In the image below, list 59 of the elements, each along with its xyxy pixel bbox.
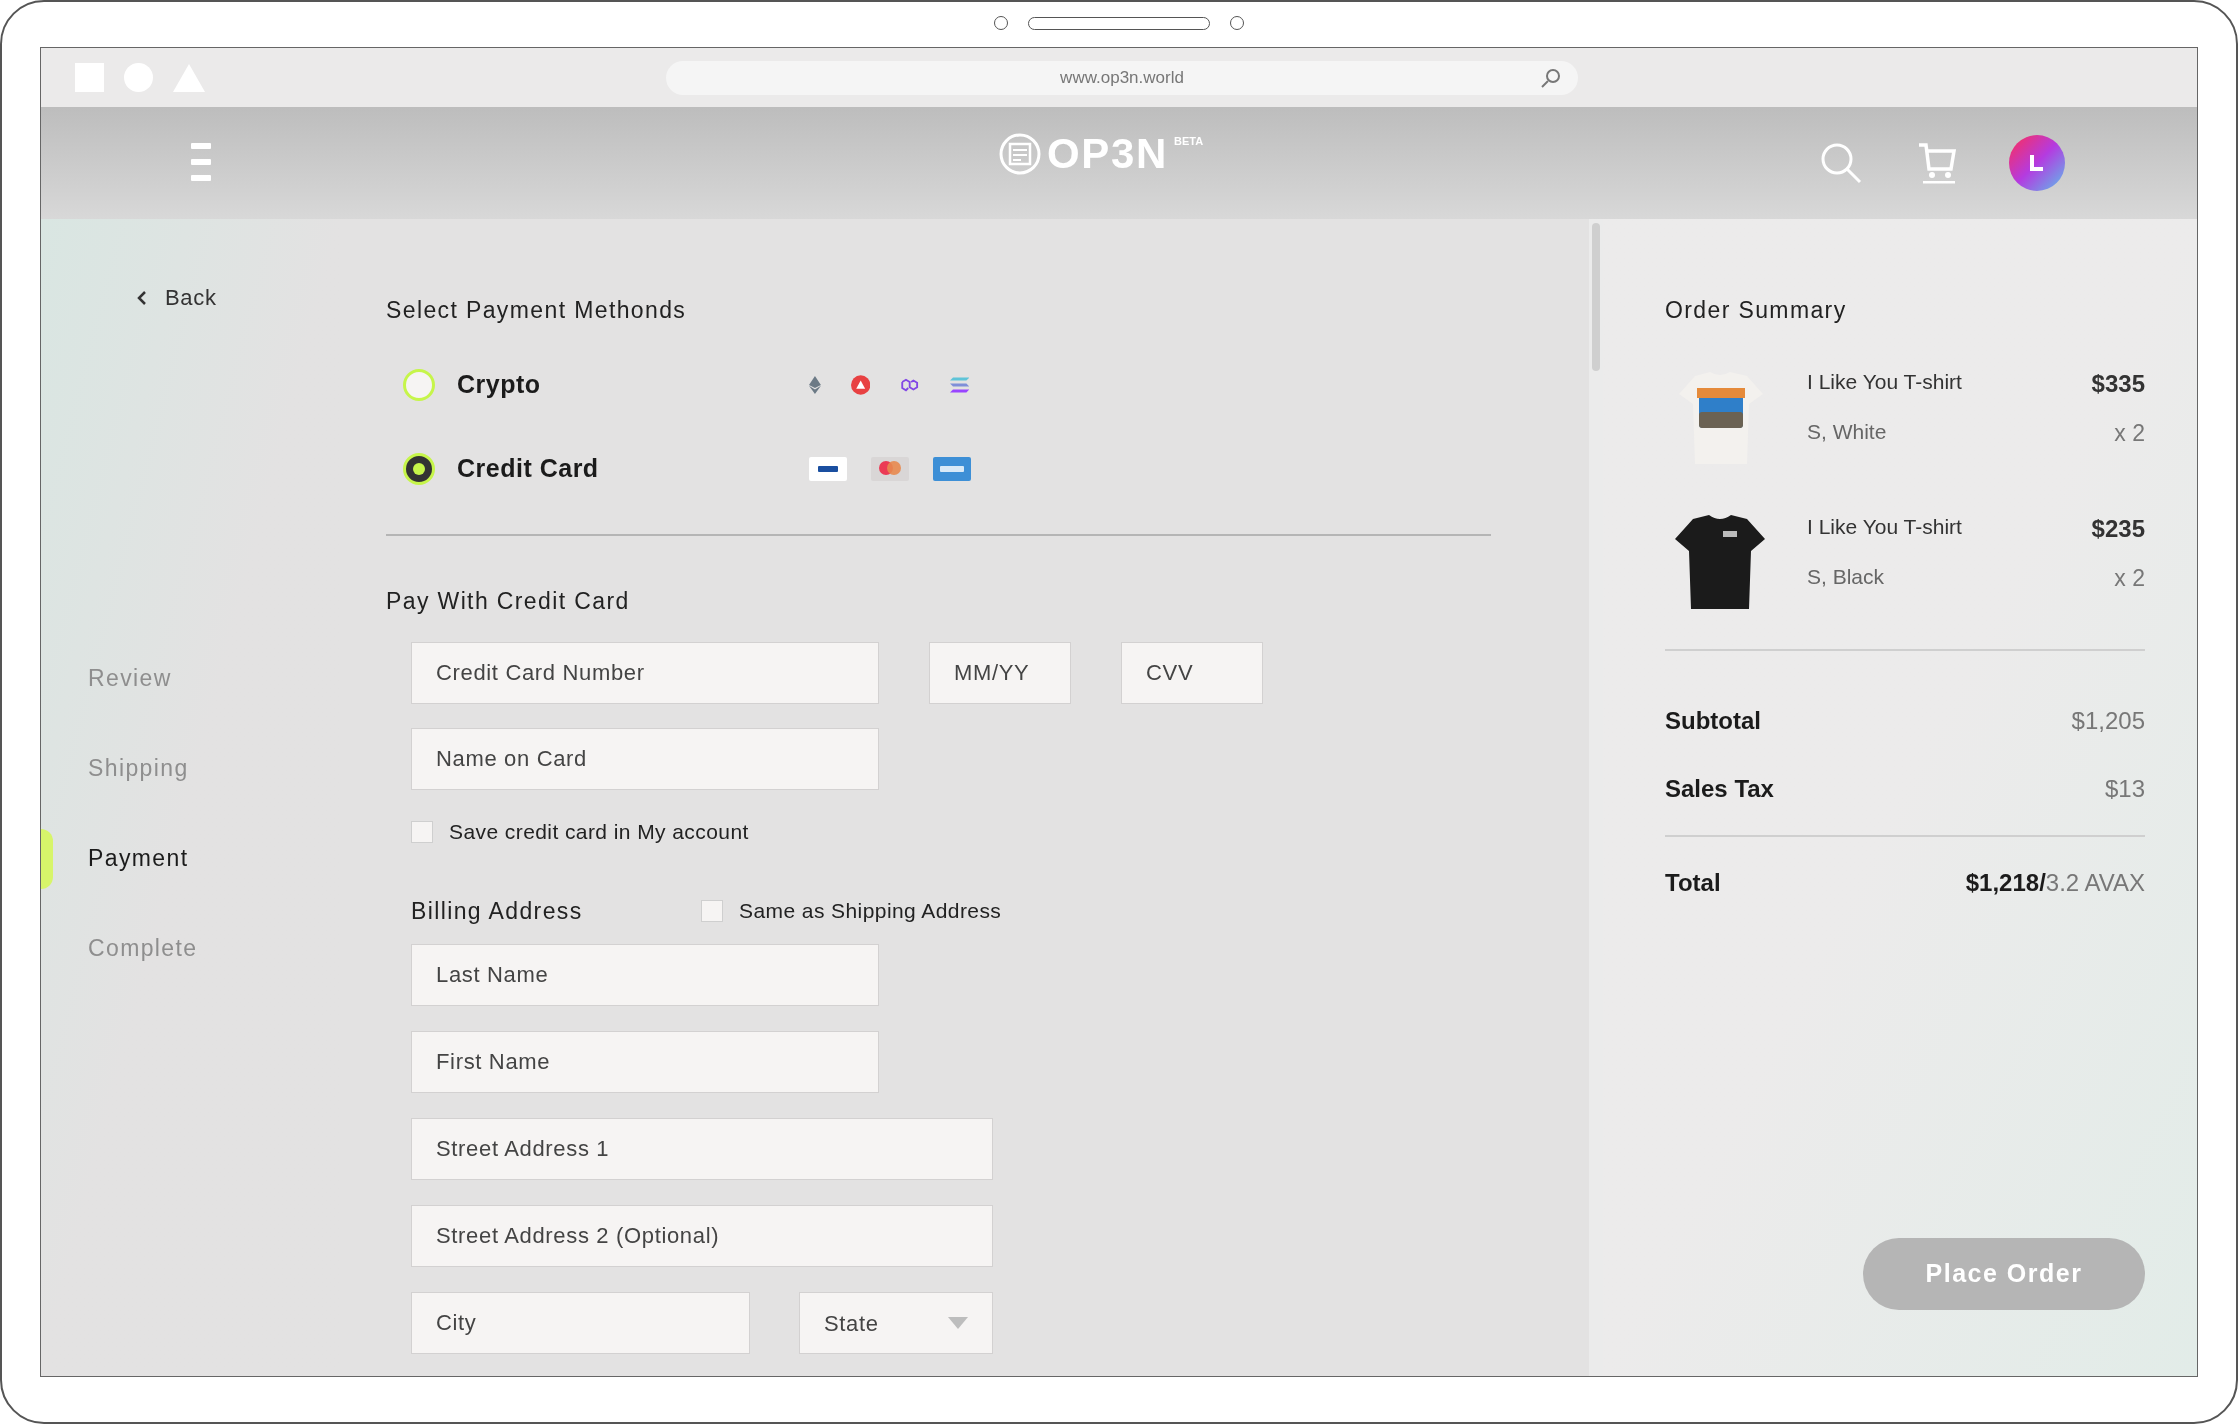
checkbox[interactable] xyxy=(411,820,433,843)
section-title: Select Payment Methonds xyxy=(386,296,688,325)
step-link[interactable]: Payment xyxy=(88,845,198,871)
total-value: $1,218/ xyxy=(1965,867,2046,898)
back-button[interactable]: Back xyxy=(137,281,217,314)
avatar-icon[interactable] xyxy=(2009,135,2065,191)
card-icon xyxy=(933,456,971,481)
checkbox[interactable] xyxy=(701,899,723,922)
address-bar[interactable]: www.op3n.world xyxy=(666,60,1578,95)
scrollbar[interactable] xyxy=(1589,219,1603,1376)
logo-text: OP3N xyxy=(1047,133,1169,175)
total-crypto-value: 3.2 AVAX xyxy=(2045,867,2145,898)
product-price: $335 xyxy=(2091,368,2145,399)
section-title: Billing Address xyxy=(411,896,584,926)
section-title: Order Summary xyxy=(1665,296,1848,325)
search-icon[interactable] xyxy=(1819,141,1863,185)
product-quantity: x 2 xyxy=(2114,418,2145,448)
step-indicator xyxy=(41,829,53,889)
state-dropdown[interactable]: State xyxy=(799,1292,993,1354)
product-name: I Like You T-shirt xyxy=(1807,368,1962,395)
summary-value: $1,205 xyxy=(2071,705,2145,736)
option-label: Crypto xyxy=(457,368,542,400)
summary-label: Subtotal xyxy=(1665,705,1761,736)
input-field[interactable]: CVV xyxy=(1121,642,1263,704)
option-label: Credit Card xyxy=(457,452,600,484)
radio-button[interactable] xyxy=(403,368,435,401)
product-variant: S, Black xyxy=(1807,563,1885,590)
product-variant: S, White xyxy=(1807,418,1887,445)
product-quantity: x 2 xyxy=(2114,563,2145,593)
beta-label: BETA xyxy=(1174,134,1204,149)
summary-label: Sales Tax xyxy=(1665,773,1774,804)
step-link[interactable]: Shipping xyxy=(88,755,198,781)
menu-icon[interactable] xyxy=(191,143,211,183)
product-price: $235 xyxy=(2091,513,2145,544)
chevron-left-icon xyxy=(137,290,147,305)
caret-icon xyxy=(948,1317,968,1329)
input-field[interactable]: Name on Card xyxy=(411,728,879,790)
card-icon xyxy=(871,456,909,481)
card-icon xyxy=(809,456,847,481)
input-field[interactable]: Last Name xyxy=(411,944,879,1006)
product-name: I Like You T-shirt xyxy=(1807,513,1962,540)
summary-label: Total xyxy=(1665,867,1721,898)
input-field[interactable]: Street Address 1 xyxy=(411,1118,993,1180)
logo-icon xyxy=(999,133,1041,175)
checkbox-label: Save credit card in My account xyxy=(449,819,749,845)
url-text: www.op3n.world xyxy=(1060,66,1184,89)
step-link[interactable]: Complete xyxy=(88,935,198,961)
input-field[interactable]: First Name xyxy=(411,1031,879,1093)
checkbox-label: Same as Shipping Address xyxy=(739,898,1002,924)
input-field[interactable]: City xyxy=(411,1292,750,1354)
radio-button[interactable] xyxy=(403,452,435,485)
search-icon[interactable] xyxy=(1540,66,1562,89)
input-field[interactable]: Credit Card Number xyxy=(411,642,879,704)
step-link[interactable]: Review xyxy=(88,665,198,691)
input-field[interactable]: Street Address 2 (Optional) xyxy=(411,1205,993,1267)
cart-icon[interactable] xyxy=(1917,141,1957,185)
input-field[interactable]: MM/YY xyxy=(929,642,1071,704)
section-title: Pay With Credit Card xyxy=(386,586,631,616)
summary-value: $13 xyxy=(2104,773,2145,804)
